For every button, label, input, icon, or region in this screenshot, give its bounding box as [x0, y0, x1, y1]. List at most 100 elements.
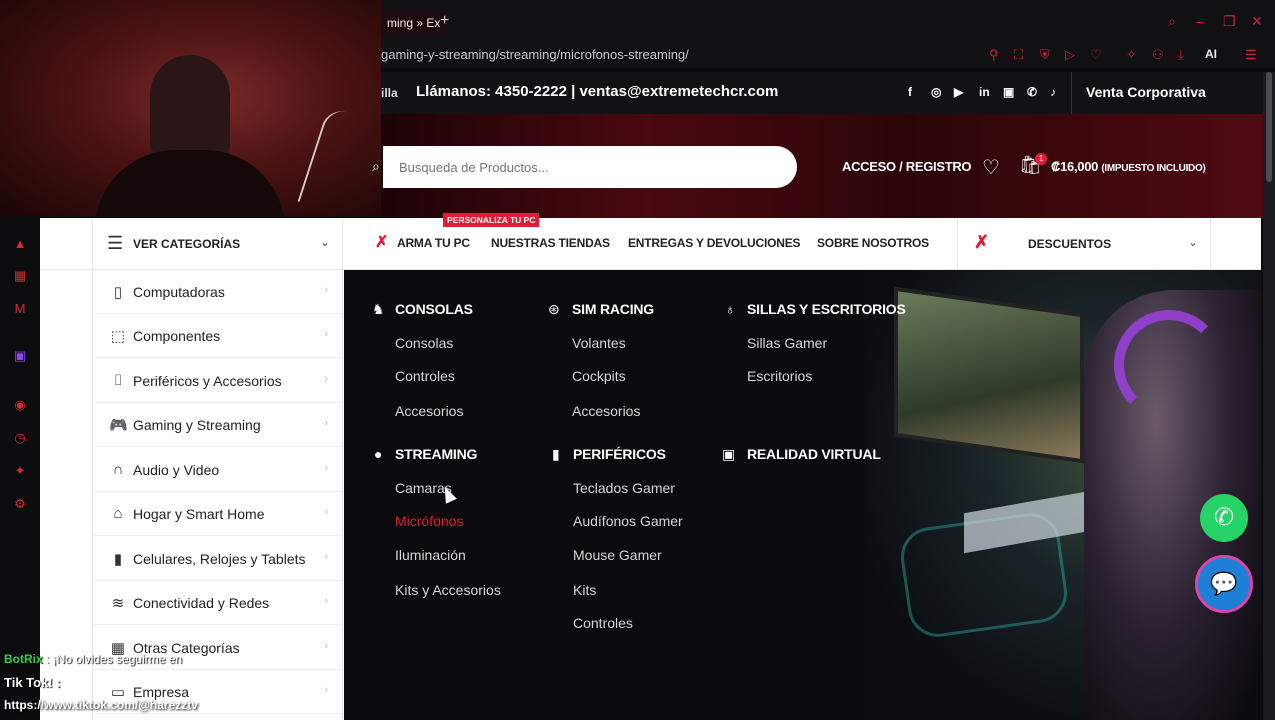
url-text[interactable]: gaming-y-streaming/streaming/microfonos-…: [381, 47, 689, 62]
menu-link[interactable]: Kits: [573, 582, 596, 598]
maximize-icon[interactable]: ❐: [1223, 13, 1236, 30]
ai-button[interactable]: AI: [1205, 47, 1217, 61]
page-scrollbar[interactable]: [1263, 72, 1275, 720]
headset-graphic: [1114, 310, 1224, 420]
search-icon[interactable]: ⌕: [1168, 13, 1176, 30]
chevron-right-icon: ›: [324, 640, 328, 652]
menu-link[interactable]: Kits y Accesorios: [395, 582, 501, 598]
close-icon[interactable]: ✕: [1251, 13, 1263, 30]
category-label: Gaming y Streaming: [133, 417, 261, 433]
wishlist-icon[interactable]: ♡: [982, 155, 1000, 180]
chevron-right-icon: ›: [324, 462, 328, 474]
menu-link[interactable]: Accesorios: [395, 403, 463, 419]
category-item[interactable]: ⬚ Componentes ›: [93, 314, 342, 358]
download-icon[interactable]: ⤓: [1178, 47, 1184, 63]
menu-link[interactable]: Teclados Gamer: [573, 480, 675, 496]
store-city[interactable]: illa: [381, 86, 398, 100]
menu-heading-sim-racing[interactable]: SIM RACING: [572, 301, 654, 317]
address-bar[interactable]: gaming-y-streaming/streaming/microfonos-…: [381, 44, 1275, 68]
corporate-sales-link[interactable]: Venta Corporativa: [1086, 84, 1206, 100]
category-item[interactable]: ⌂ Hogar y Smart Home ›: [93, 492, 342, 536]
nav-shipping-returns[interactable]: ENTREGAS Y DEVOLUCIONES: [628, 236, 801, 250]
menu-link[interactable]: Iluminación: [395, 547, 466, 563]
extensions-icon[interactable]: ✧: [1126, 47, 1137, 63]
minimize-icon[interactable]: –: [1196, 13, 1204, 29]
nav-stores[interactable]: NUESTRAS TIENDAS: [491, 236, 610, 250]
menu-link[interactable]: Audífonos Gamer: [573, 513, 683, 529]
browser-tab[interactable]: ming » Ex: [381, 12, 447, 34]
chevron-right-icon: ›: [324, 373, 328, 385]
linkedin-icon[interactable]: in: [979, 85, 990, 99]
menu-link[interactable]: Sillas Gamer: [747, 335, 827, 351]
cart-total[interactable]: ₡16,000 (IMPUESTO INCLUIDO): [1051, 159, 1206, 174]
whatsapp-float-button[interactable]: ✆: [1200, 494, 1248, 542]
m-icon[interactable]: M: [12, 301, 28, 317]
menu-link[interactable]: Cockpits: [572, 368, 626, 384]
login-register-link[interactable]: ACCESO / REGISTRO: [842, 159, 972, 174]
tiktok-icon[interactable]: ♪: [1050, 85, 1056, 99]
menu-link[interactable]: Consolas: [395, 335, 453, 351]
alert-icon[interactable]: ▲: [12, 236, 28, 252]
play-icon[interactable]: ▷: [1065, 47, 1075, 63]
menu-icon[interactable]: ☰: [1245, 47, 1257, 63]
discounts-dropdown-button[interactable]: ✗ DESCUENTOS ⌄: [957, 218, 1211, 270]
profile-icon[interactable]: ⚇: [1152, 47, 1164, 63]
mega-menu: ♞ CONSOLAS Consolas Controles Accesorios…: [344, 270, 1261, 720]
ai-label: AI: [1205, 47, 1217, 61]
menu-link[interactable]: Mouse Gamer: [573, 547, 662, 563]
settings-icon[interactable]: ⚙: [12, 496, 28, 512]
search-bar[interactable]: [383, 146, 797, 188]
menu-link[interactable]: Volantes: [572, 335, 626, 351]
phone-icon: ▮: [113, 551, 123, 568]
favorite-icon[interactable]: ♡: [1090, 47, 1102, 63]
menu-link[interactable]: Controles: [573, 615, 633, 631]
microphone-cable: [297, 106, 367, 214]
cpu-chip-icon: ⬚: [110, 328, 126, 345]
puzzle-icon[interactable]: ✦: [12, 463, 28, 479]
grid-icon[interactable]: ▦: [12, 268, 28, 284]
new-tab-icon[interactable]: +: [440, 12, 449, 30]
house-icon: ⌂: [113, 505, 123, 522]
wifi-icon: ≋: [111, 595, 125, 612]
menu-heading-realidad-virtual[interactable]: REALIDAD VIRTUAL: [747, 446, 881, 462]
category-item[interactable]: ∩ Audio y Video ›: [93, 448, 342, 492]
mouse-icon: ⌷: [113, 372, 123, 389]
facebook-icon[interactable]: f: [908, 85, 912, 99]
record-icon[interactable]: ◉: [12, 397, 28, 413]
menu-link-active[interactable]: Micrófonos: [395, 513, 463, 529]
menu-heading-streaming[interactable]: STREAMING: [395, 446, 477, 462]
screenshot-icon[interactable]: ⛶: [1014, 47, 1023, 63]
twitch-icon[interactable]: ▣: [1003, 85, 1014, 99]
menu-link[interactable]: Controles: [395, 368, 455, 384]
category-item[interactable]: 🎮 Gaming y Streaming ›: [93, 403, 342, 447]
nav-build-pc[interactable]: ARMA TU PC: [397, 236, 470, 250]
menu-heading-perifericos[interactable]: PERIFÉRICOS: [573, 446, 666, 462]
chevron-right-icon: ›: [324, 284, 328, 296]
category-label: Audio y Video: [133, 462, 220, 478]
category-item[interactable]: ▮ Celulares, Relojes y Tablets ›: [93, 537, 342, 581]
clock-icon[interactable]: ◷: [12, 430, 28, 446]
menu-heading-consolas[interactable]: CONSOLAS: [395, 301, 473, 317]
search-input[interactable]: [399, 146, 779, 188]
chevron-down-icon: ⌄: [1187, 235, 1198, 249]
search-icon[interactable]: ⌕: [372, 158, 380, 175]
shield-icon[interactable]: ⛨: [1040, 47, 1050, 63]
categories-dropdown-button[interactable]: ☰ VER CATEGORÍAS ⌄: [92, 218, 343, 270]
pin-icon[interactable]: ⚲: [989, 47, 999, 63]
instagram-icon[interactable]: ◎: [931, 85, 941, 99]
youtube-icon[interactable]: ▶: [954, 85, 963, 99]
twitch-icon[interactable]: ▣: [12, 348, 28, 364]
chat-float-button[interactable]: 💬: [1195, 555, 1253, 613]
category-item[interactable]: ⌷ Periféricos y Accesorios ›: [93, 359, 342, 403]
category-item[interactable]: ▯ Computadoras ›: [93, 270, 342, 314]
chevron-right-icon: ›: [324, 417, 328, 429]
scrollbar-thumb[interactable]: [1266, 72, 1272, 182]
category-item[interactable]: ≋ Conectividad y Redes ›: [93, 581, 342, 625]
tab-title: ming » Ex: [387, 16, 441, 30]
menu-link[interactable]: Accesorios: [572, 403, 640, 419]
whatsapp-icon[interactable]: ✆: [1027, 85, 1037, 99]
nav-about-us[interactable]: SOBRE NOSOTROS: [817, 236, 929, 250]
menu-heading-sillas-escritorios[interactable]: SILLAS Y ESCRITORIOS: [747, 301, 906, 317]
headphones-icon: ∩: [112, 461, 124, 478]
menu-link[interactable]: Escritorios: [747, 368, 812, 384]
